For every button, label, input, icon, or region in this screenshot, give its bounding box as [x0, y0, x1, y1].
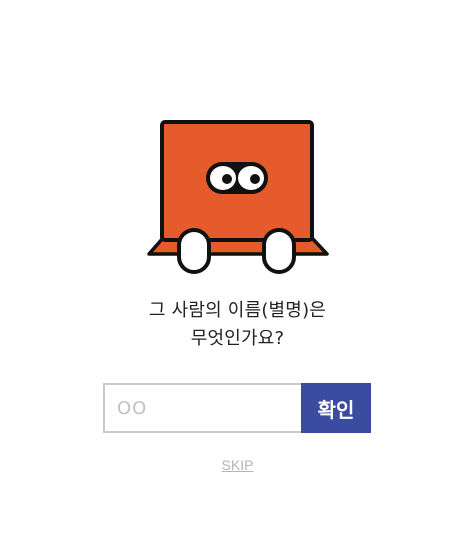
question-line-2: 무엇인가요? — [190, 328, 285, 349]
name-form: 확인 — [103, 383, 371, 433]
name-input[interactable] — [103, 383, 301, 433]
confirm-button[interactable]: 확인 — [301, 383, 371, 433]
question-line-1: 그 사람의 이름(별명)은 — [148, 300, 327, 321]
mascot-icon — [147, 120, 329, 274]
question-text: 그 사람의 이름(별명)은 무엇인가요? — [0, 297, 475, 353]
skip-link[interactable]: SKIP — [0, 457, 475, 473]
